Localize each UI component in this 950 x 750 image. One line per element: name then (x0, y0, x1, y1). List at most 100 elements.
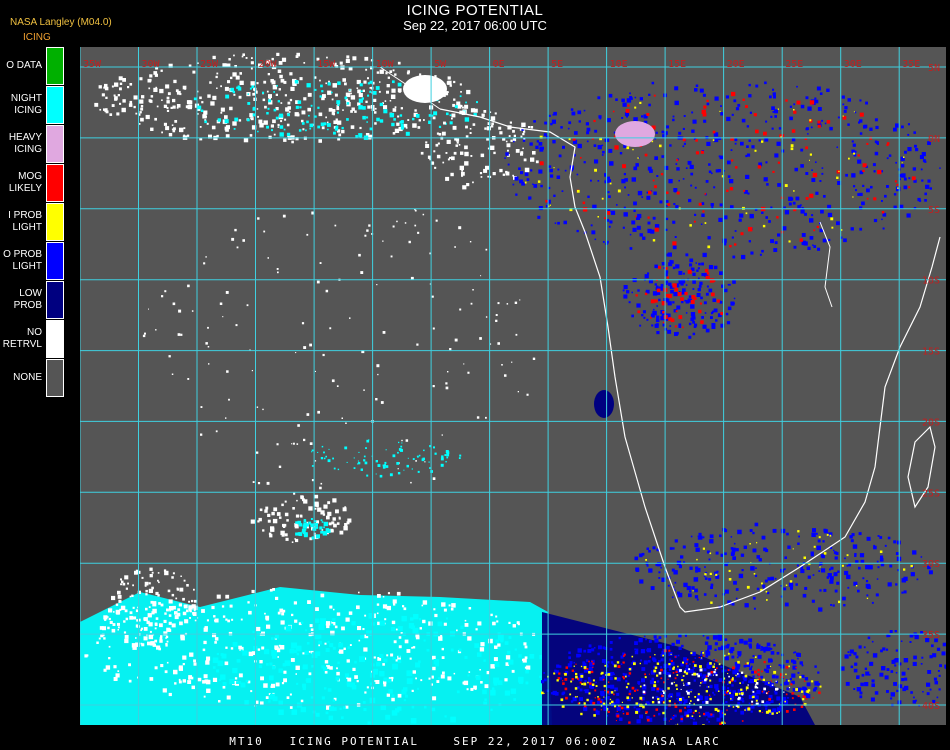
icing-pixel (273, 108, 277, 112)
icing-pixel (394, 128, 400, 133)
icing-pixel (485, 316, 488, 318)
icing-pixel (731, 159, 734, 162)
icing-pixel (646, 318, 649, 321)
icing-pixel (446, 82, 449, 85)
icing-pixel (435, 219, 438, 222)
icing-pixel (690, 700, 692, 702)
icing-pixel (252, 630, 255, 633)
icing-pixel (699, 668, 703, 672)
icing-pixel (655, 318, 660, 323)
icing-pixel (163, 619, 167, 623)
icing-pixel (212, 677, 218, 682)
icing-pixel (429, 467, 431, 469)
icing-pixel (586, 140, 589, 143)
icing-pixel (615, 720, 617, 722)
icing-pixel (175, 597, 178, 600)
icing-pixel (791, 129, 796, 133)
icing-pixel (401, 689, 407, 695)
icing-pixel (649, 680, 654, 685)
icing-pixel (243, 137, 249, 143)
icing-pixel (508, 621, 511, 624)
icing-pixel (711, 292, 715, 297)
icing-pixel (729, 187, 734, 191)
icing-pixel (378, 90, 381, 93)
icing-pixel (412, 670, 416, 674)
icing-pixel (704, 222, 707, 224)
icing-pixel (616, 706, 621, 711)
icing-pixel (512, 624, 516, 628)
icing-pixel (581, 683, 584, 686)
icing-pixel (424, 705, 427, 709)
icing-pixel (392, 80, 395, 84)
icing-pixel (508, 135, 511, 137)
icing-pixel (484, 127, 487, 130)
icing-pixel (712, 665, 715, 668)
icing-pixel (658, 671, 662, 675)
icing-pixel (667, 293, 672, 298)
icing-pixel (587, 677, 591, 680)
icing-pixel (302, 524, 307, 529)
icing-pixel (160, 603, 164, 607)
icing-pixel (894, 630, 897, 633)
icing-pixel (176, 587, 179, 590)
icing-pixel (445, 386, 449, 390)
icing-pixel (362, 106, 366, 110)
icing-pixel (627, 682, 630, 685)
icing-pixel (294, 619, 298, 623)
icing-pixel (236, 681, 239, 684)
icing-pixel (411, 689, 414, 692)
icing-pixel (819, 685, 822, 688)
icing-pixel (479, 172, 483, 175)
icing-pixel (262, 529, 265, 532)
icing-pixel (326, 515, 330, 520)
icing-pixel (594, 697, 596, 699)
icing-pixel (705, 700, 709, 704)
icing-pixel (571, 678, 574, 681)
icing-pixel (758, 710, 761, 713)
icing-pixel (658, 712, 661, 716)
icing-pixel (755, 84, 759, 88)
icing-pixel (745, 105, 748, 108)
icing-pixel (299, 77, 303, 81)
icing-pixel (336, 612, 341, 616)
icing-pixel (714, 138, 719, 143)
icing-pixel (866, 536, 871, 541)
icing-pixel (698, 277, 700, 280)
icing-pixel (171, 576, 174, 579)
icing-pixel (740, 232, 744, 236)
icing-pixel (306, 642, 310, 645)
icing-pixel (776, 712, 778, 714)
icing-pixel (415, 677, 417, 680)
icing-pixel (608, 225, 611, 228)
icing-pixel (604, 662, 606, 665)
icing-pixel (159, 623, 163, 628)
icing-pixel (733, 99, 737, 103)
icing-pixel (816, 682, 820, 686)
legend-item: I PROB LIGHT (0, 203, 66, 241)
icing-pixel (751, 670, 754, 674)
icing-pixel (766, 664, 771, 669)
icing-pixel (777, 233, 781, 237)
icing-pixel (129, 83, 133, 86)
icing-pixel (263, 120, 268, 125)
icing-pixel (262, 98, 266, 102)
icing-pixel (318, 640, 322, 645)
icing-pixel (864, 667, 868, 670)
icing-pixel (743, 189, 746, 192)
icing-pixel (367, 105, 371, 109)
icing-pixel (325, 648, 330, 652)
icing-pixel (656, 687, 660, 691)
icing-pixel (147, 613, 152, 618)
icing-pixel (166, 96, 170, 100)
icing-pixel (649, 169, 653, 173)
icing-pixel (695, 262, 697, 264)
icing-pixel (658, 636, 662, 639)
icing-pixel (881, 200, 883, 202)
icing-pixel (281, 503, 284, 507)
icing-pixel (250, 117, 252, 119)
icing-pixel (338, 133, 342, 137)
icing-pixel (103, 615, 108, 620)
icing-pixel (394, 106, 397, 109)
icing-pixel (479, 337, 482, 340)
icing-pixel (575, 663, 577, 665)
